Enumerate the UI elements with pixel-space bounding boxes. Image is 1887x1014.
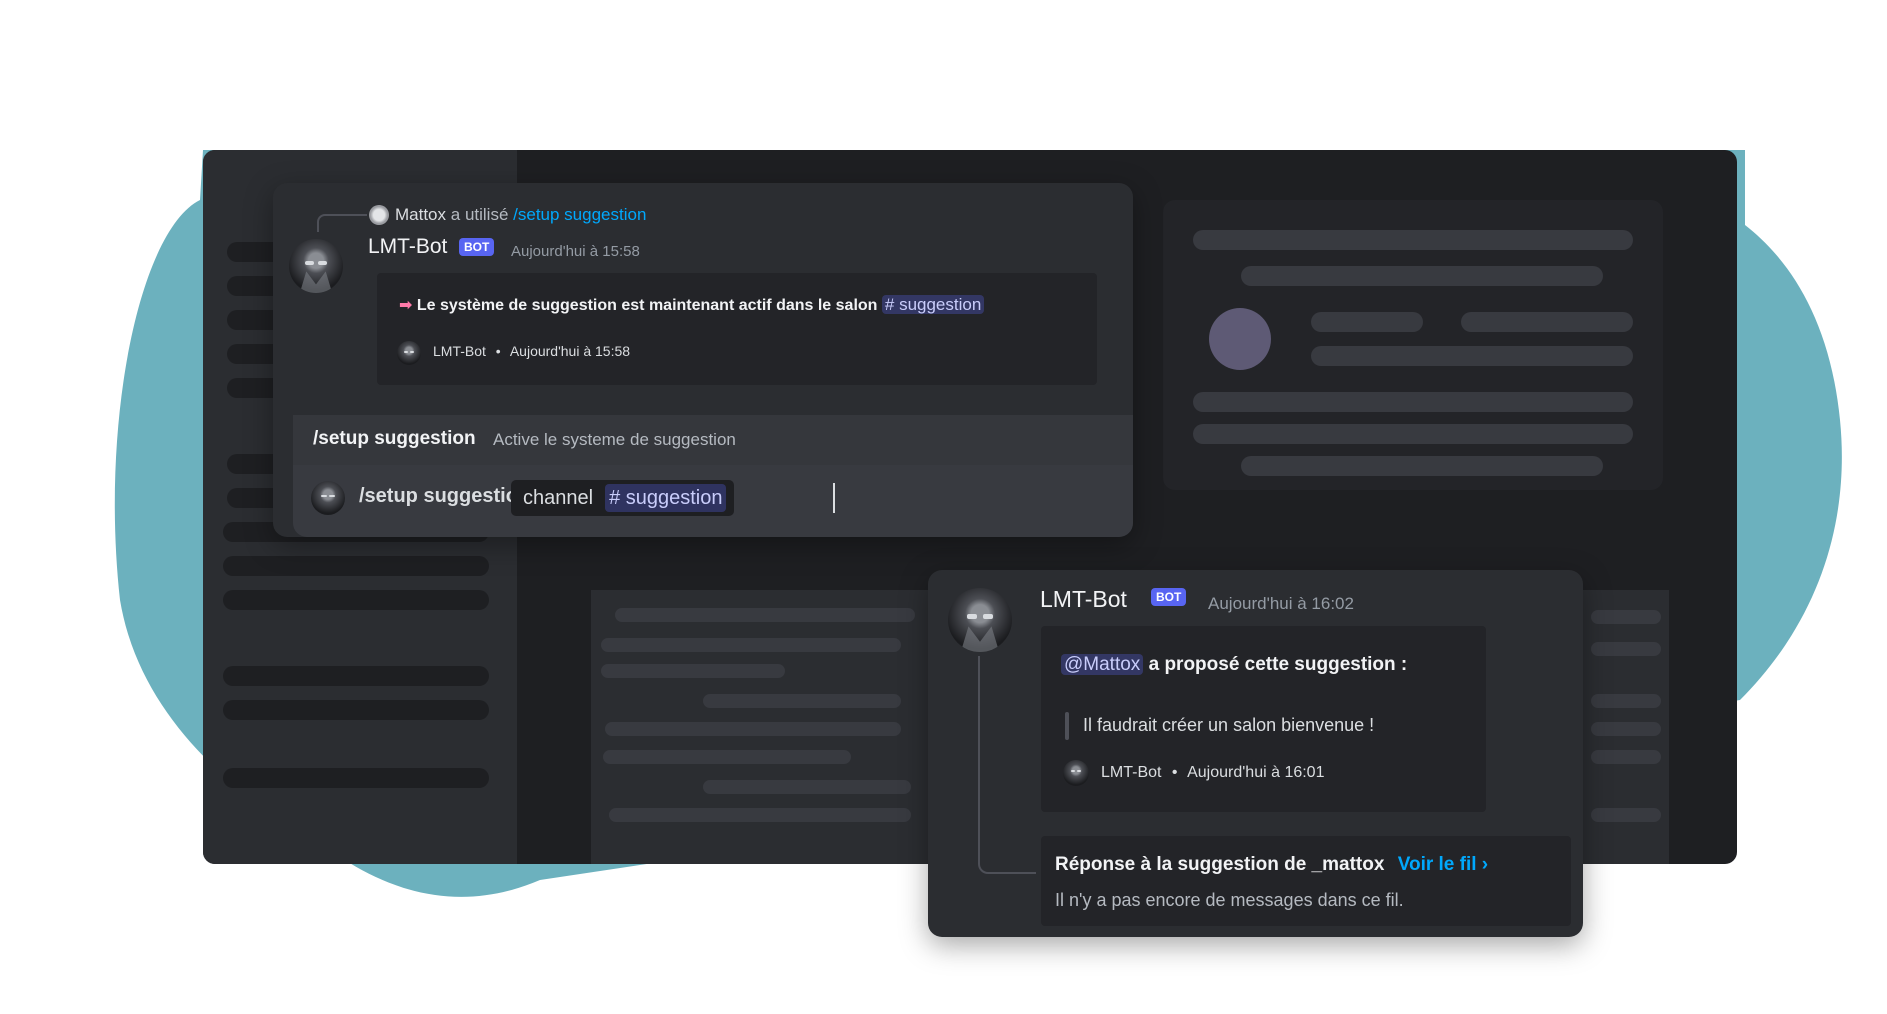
- footer-name: LMT-Bot: [433, 343, 486, 359]
- view-thread-link[interactable]: Voir le fil ›: [1398, 854, 1488, 875]
- placeholder-line: [1591, 808, 1661, 822]
- placeholder-line: [1591, 610, 1661, 624]
- placeholder-line: [1311, 346, 1633, 366]
- placeholder-line: [609, 808, 911, 822]
- thread-empty-text: Il n'y a pas encore de messages dans ce …: [1055, 890, 1404, 910]
- placeholder-line: [603, 750, 851, 764]
- embed-text-line: ➡ Le système de suggestion est maintenan…: [399, 295, 985, 315]
- reply-connector: [317, 214, 367, 232]
- sidebar-placeholder: [223, 768, 489, 788]
- message-timestamp: Aujourd'hui à 16:02: [1208, 594, 1354, 613]
- footer-avatar: [1063, 760, 1089, 786]
- placeholder-line: [615, 608, 915, 622]
- bot-badge: BOT: [459, 238, 495, 256]
- channel-mention[interactable]: # suggestion: [881, 295, 985, 314]
- placeholder-line: [1193, 424, 1633, 444]
- sidebar-placeholder: [223, 700, 489, 720]
- placeholder-line: [601, 664, 785, 678]
- autocomplete-command: /setup suggestion: [313, 428, 476, 449]
- suggestion-embed: @Mattox a proposé cette suggestion : Il …: [1041, 626, 1486, 812]
- message-timestamp: Aujourd'hui à 15:58: [511, 243, 640, 260]
- reply-user[interactable]: Mattox: [395, 205, 446, 224]
- footer-time: Aujourd'hui à 16:01: [1187, 764, 1325, 781]
- footer-time: Aujourd'hui à 15:58: [509, 343, 631, 359]
- thread-title-text: Réponse à la suggestion de _mattox: [1055, 854, 1385, 875]
- placeholder-line: [601, 638, 901, 652]
- user-mention[interactable]: @Mattox: [1061, 654, 1144, 675]
- right-arrow-icon: ➡: [399, 297, 413, 314]
- option-pill[interactable]: channel # suggestion: [511, 480, 735, 516]
- placeholder-line: [1591, 694, 1661, 708]
- placeholder-line: [1193, 230, 1633, 250]
- placeholder-line: [703, 780, 911, 794]
- placeholder-line: [1461, 312, 1633, 332]
- autocomplete-description: Active le systeme de suggestion: [493, 430, 736, 449]
- thread-preview[interactable]: Réponse à la suggestion de _mattox Voir …: [1041, 836, 1571, 926]
- command-bot-avatar: [311, 481, 345, 515]
- embed-title-text: a proposé cette suggestion :: [1148, 654, 1408, 675]
- bot-name[interactable]: LMT-Bot: [368, 235, 447, 259]
- bot-name[interactable]: LMT-Bot: [1040, 586, 1127, 613]
- command-autocomplete-item[interactable]: /setup suggestion Active le systeme de s…: [293, 415, 1133, 465]
- placeholder-line: [1193, 392, 1633, 412]
- sidebar-placeholder: [223, 556, 489, 576]
- bot-badge: BOT: [1151, 588, 1187, 606]
- text-cursor: [833, 483, 835, 513]
- placeholder-line: [703, 694, 901, 708]
- thread-connector: [978, 656, 1036, 874]
- footer-avatar: [397, 341, 421, 365]
- embed-footer: LMT-Bot • Aujourd'hui à 15:58: [433, 343, 631, 359]
- placeholder-line: [1591, 750, 1661, 764]
- placeholder-line: [1591, 642, 1661, 656]
- thread-title: Réponse à la suggestion de _mattox Voir …: [1055, 854, 1488, 876]
- message-input[interactable]: /setup suggestion channel # suggestion: [293, 465, 1133, 537]
- profile-panel-placeholder: [1163, 200, 1663, 490]
- confirmation-embed: ➡ Le système de suggestion est maintenan…: [377, 273, 1097, 385]
- placeholder-line: [1591, 722, 1661, 736]
- mattox-avatar: [369, 205, 389, 225]
- footer-name: LMT-Bot: [1101, 764, 1162, 781]
- suggestion-card: LMT-Bot BOT Aujourd'hui à 16:02 @Mattox …: [928, 570, 1583, 937]
- embed-title: @Mattox a proposé cette suggestion :: [1061, 654, 1407, 676]
- sidebar-placeholder: [223, 590, 489, 610]
- placeholder-line: [1311, 312, 1423, 332]
- sidebar-placeholder: [223, 666, 489, 686]
- reply-text: a utilisé: [450, 205, 509, 224]
- lmt-bot-avatar[interactable]: [948, 588, 1012, 652]
- reply-line: Mattox a utilisé /setup suggestion: [395, 205, 646, 225]
- reply-command-link[interactable]: /setup suggestion: [513, 205, 646, 224]
- lmt-bot-avatar[interactable]: [289, 239, 343, 293]
- avatar-placeholder: [1209, 308, 1271, 370]
- setup-command-card: Mattox a utilisé /setup suggestion LMT-B…: [273, 183, 1133, 537]
- placeholder-line: [1241, 456, 1603, 476]
- option-value-channel[interactable]: # suggestion: [605, 484, 727, 512]
- placeholder-line: [605, 722, 901, 736]
- input-command: /setup suggestion: [359, 485, 531, 507]
- placeholder-line: [1241, 266, 1603, 286]
- embed-footer: LMT-Bot • Aujourd'hui à 16:01: [1101, 764, 1325, 781]
- quote-bar: [1065, 712, 1069, 740]
- suggestion-quote: Il faudrait créer un salon bienvenue !: [1083, 715, 1375, 735]
- embed-text: Le système de suggestion est maintenant …: [416, 297, 878, 314]
- option-name: channel: [511, 480, 606, 516]
